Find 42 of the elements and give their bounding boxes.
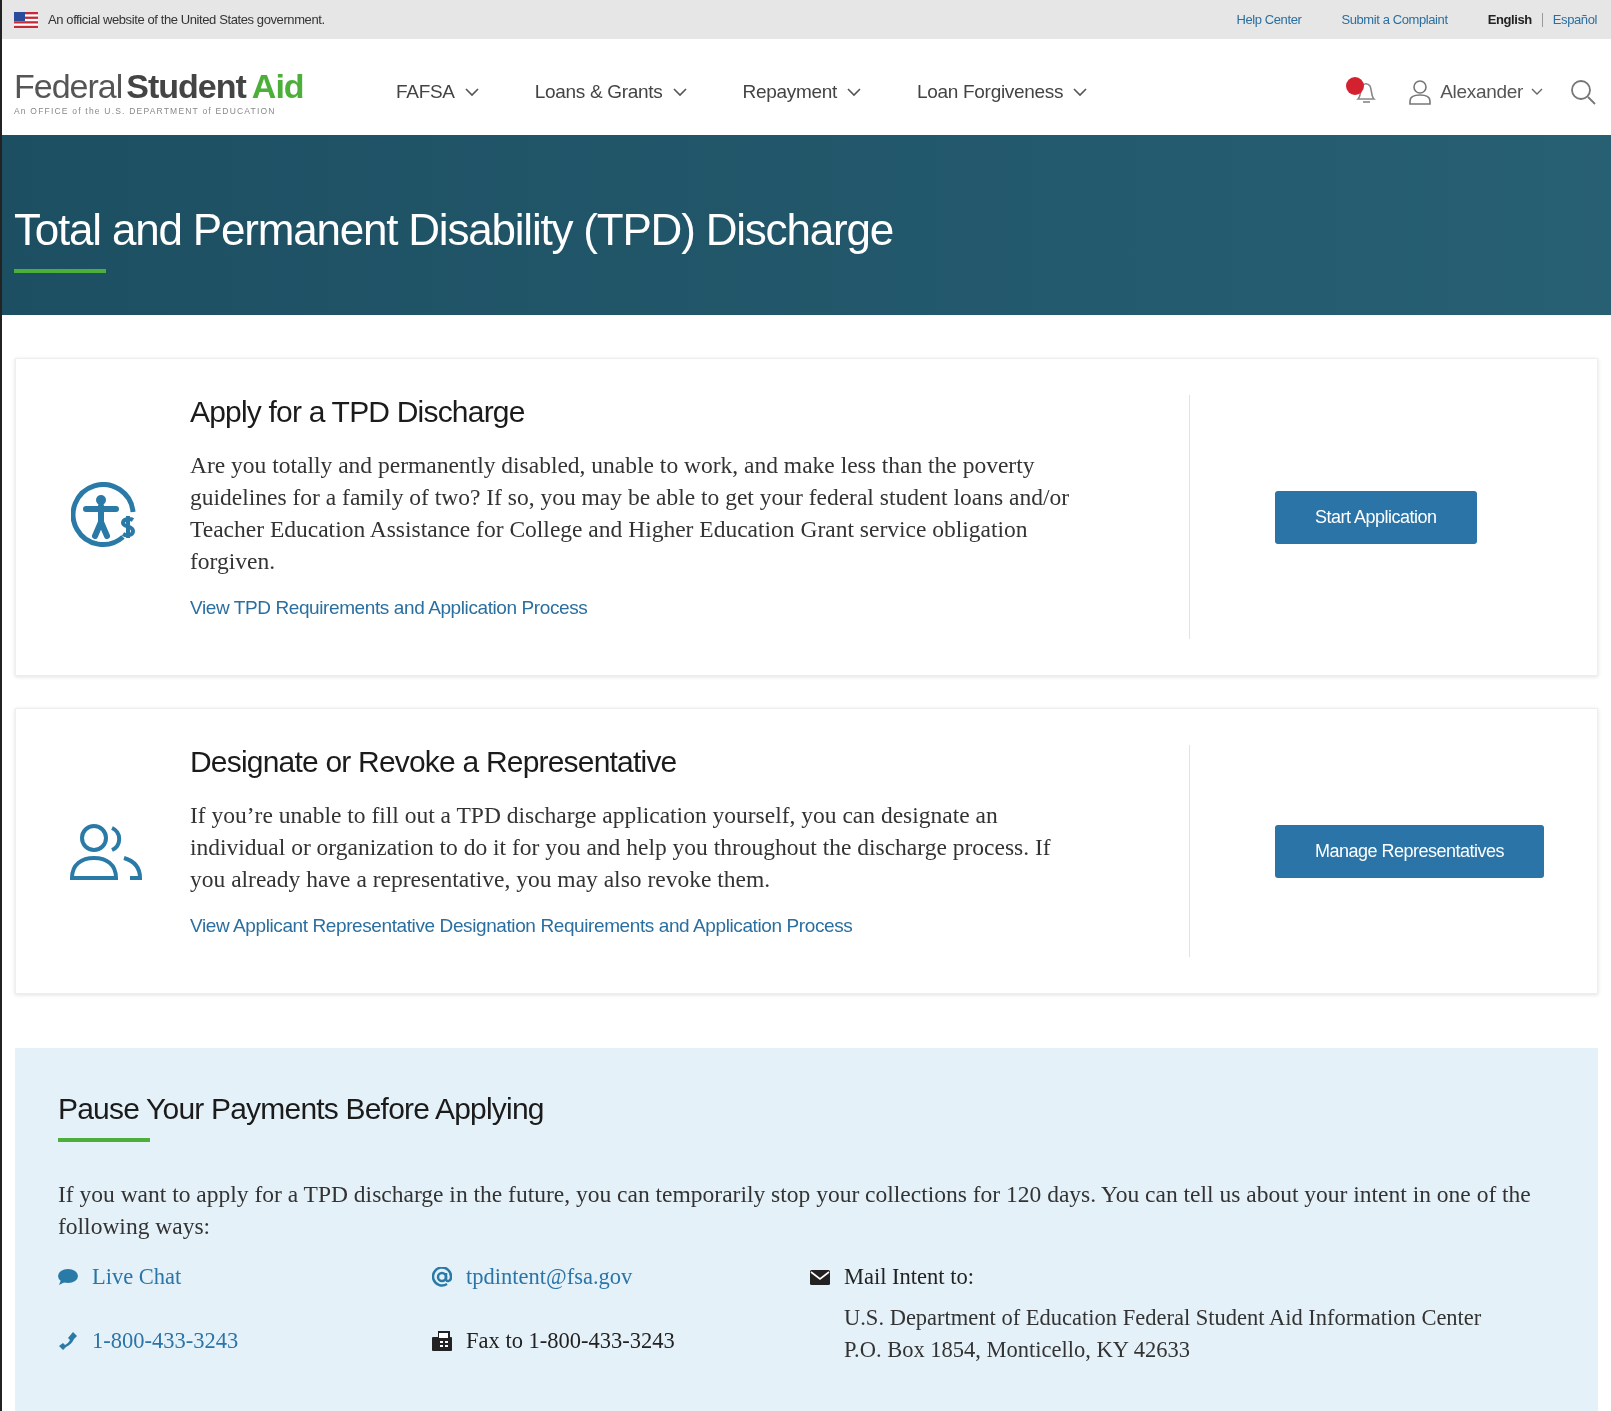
search-icon[interactable] <box>1569 78 1597 106</box>
nav-menu-item[interactable]: Repayment <box>742 81 861 103</box>
contact-label: Mail Intent to: <box>844 1264 974 1290</box>
language-link[interactable]: Español <box>1552 12 1597 27</box>
chevron-down-icon <box>847 87 861 97</box>
envelope-icon <box>810 1269 830 1285</box>
at-sign-icon <box>432 1267 452 1287</box>
contact-link[interactable]: 1-800-433-3243 <box>92 1328 239 1354</box>
language-link[interactable]: English <box>1487 12 1532 27</box>
card-title: Apply for a TPD Discharge <box>190 395 526 429</box>
chevron-down-icon <box>1531 88 1543 96</box>
card-title: Designate or Revoke a Representative <box>190 745 678 779</box>
contact-link[interactable]: Live Chat <box>92 1264 182 1290</box>
address-line: U.S. Department of Education Federal Student Aid Information Center <box>844 1304 1483 1332</box>
chevron-down-icon <box>1073 87 1088 97</box>
nav-menu-item[interactable]: Loans & Grants <box>534 81 687 103</box>
nav-menu-item[interactable]: Loan Forgiveness <box>917 81 1088 103</box>
section-description: If you want to apply for a TPD discharge in the future, you can temporarily stop your collections for 120 days. You can tell us about your intent in one of the following ways: <box>58 1180 1532 1241</box>
address-line: P.O. Box 1854, Monticello, KY 42633 <box>844 1336 1192 1364</box>
phone-icon <box>58 1331 78 1351</box>
page-title: Total and Permanent Disability (TPD) Discharge <box>14 205 894 255</box>
site-logo[interactable]: FederalStudent Aid An OFFICE of the U.S. DEPARTMENT of EDUCATION <box>14 68 324 116</box>
user-menu[interactable]: Alexander <box>1408 79 1543 105</box>
action-button[interactable]: Manage Representatives <box>1275 824 1545 878</box>
fax-icon <box>432 1331 452 1351</box>
flag-icon <box>14 11 38 28</box>
official-notice: An official website of the United States government. <box>48 12 325 27</box>
nav-menu-item[interactable]: FAFSA <box>396 81 479 103</box>
requirements-link[interactable]: View Applicant Representative Designation Requirements and Application Process <box>190 915 853 936</box>
requirements-link[interactable]: View TPD Requirements and Application Process <box>190 597 588 618</box>
section-title: Pause Your Payments Before Applying <box>58 1092 545 1126</box>
utility-link[interactable]: Submit a Complaint <box>1341 12 1448 27</box>
action-button[interactable]: Start Application <box>1275 490 1477 544</box>
user-icon <box>1408 79 1433 105</box>
contact-link[interactable]: tpdintent@fsa.gov <box>466 1264 633 1290</box>
utility-link[interactable]: Help Center <box>1236 12 1302 27</box>
card-description: If you’re unable to fill out a TPD discharge application yourself, you can designate an individual or organization to do it for you and help you throughout the discharge process. If you already have a representative, you may also revoke them. <box>190 801 1052 894</box>
contact-label: Fax to 1-800-433-3243 <box>466 1328 675 1354</box>
chevron-down-icon <box>672 87 687 97</box>
chat-icon <box>58 1268 78 1286</box>
card-description: Are you totally and permanently disabled, unable to work, and make less than the poverty guidelines for a family of two? If so, you may be able to get your federal student loans and/or Teacher Education Assistance for College and Higher Education Grant service obligation forgiven. <box>190 451 1071 576</box>
chevron-down-icon <box>464 87 479 97</box>
